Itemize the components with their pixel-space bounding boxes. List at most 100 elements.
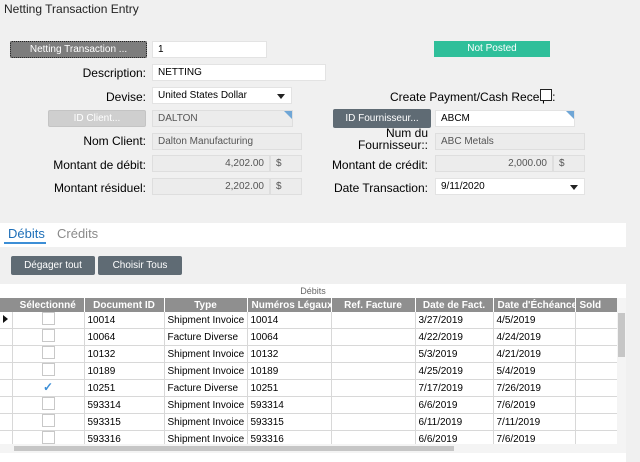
col-numeros-legaux[interactable]: Numéros Légaux [247,298,332,312]
cell-date-fact: 4/25/2019 [415,362,494,380]
devise-label: Devise: [105,90,146,104]
devise-select[interactable]: United States Dollar [152,87,292,104]
col-date-fact[interactable]: Date de Fact. [415,298,494,312]
row-checkbox[interactable] [41,414,55,427]
table-row[interactable]: 593314 Shipment Invoice 593314 6/6/2019 7/6/… [0,396,626,414]
cell-type: Shipment Invoice [164,396,248,414]
date-transaction-select[interactable]: 9/11/2020 [435,178,585,195]
cell-ref-facture [331,362,416,380]
create-payment-label: Create Payment/Cash Receipt: [390,90,556,104]
cell-type: Shipment Invoice [164,362,248,380]
cell-numeros-legaux: 593314 [247,396,332,414]
description-label: Description: [82,66,146,80]
horizontal-scroll-thumb[interactable] [14,446,454,451]
debits-table: Sélectionné Document ID Type Numéros Lég… [0,298,626,448]
window-title: Netting Transaction Entry [4,2,139,16]
cell-document-id: 10189 [84,362,165,380]
cell-document-id: 593315 [84,413,165,431]
id-client-button[interactable]: ID Client... [48,110,146,127]
col-ref-facture[interactable]: Ref. Facture [331,298,416,312]
col-date-echeance[interactable]: Date d'Échéance [493,298,576,312]
cell-ref-facture [331,413,416,431]
selection-cell[interactable] [12,345,85,363]
selection-cell[interactable] [12,396,85,414]
montant-residuel-label: Montant résiduel: [53,181,146,195]
create-payment-checkbox[interactable] [540,89,552,101]
selection-cell[interactable] [12,362,85,380]
cell-date-echeance: 5/4/2019 [493,362,576,380]
cell-numeros-legaux: 10189 [247,362,332,380]
selection-cell[interactable] [12,312,85,329]
row-checkbox[interactable] [41,397,55,410]
montant-debit-label: Montant de débit: [53,158,146,172]
date-transaction-label: Date Transaction: [333,181,428,195]
description-field[interactable]: NETTING [152,64,326,81]
col-selectionne[interactable]: Sélectionné [12,298,85,312]
indicator-header [0,298,12,312]
table-row[interactable]: 10064 Facture Diverse 10064 4/22/2019 4/24/2… [0,328,626,346]
netting-transaction-button[interactable]: Netting Transaction ... [10,41,147,58]
montant-credit-label: Montant de crédit: [331,158,428,172]
cell-ref-facture [331,345,416,363]
grid-header-row: Sélectionné Document ID Type Numéros Lég… [0,298,626,312]
table-row[interactable]: 593315 Shipment Invoice 593315 6/11/2019 7/1… [0,413,626,431]
cell-document-id: 10132 [84,345,165,363]
selection-cell[interactable] [12,328,85,346]
selection-cell[interactable]: ✓ [12,379,85,397]
montant-debit-field: 4,202.00 [152,155,270,172]
row-indicator-cell [0,328,13,346]
chevron-down-icon [277,94,285,99]
check-icon: ✓ [42,380,54,394]
vertical-scroll-thumb[interactable] [618,313,625,357]
id-client-field[interactable]: DALTON [152,110,293,127]
cell-ref-facture [331,379,416,397]
cell-date-fact: 5/3/2019 [415,345,494,363]
cell-date-echeance: 4/5/2019 [493,312,576,329]
id-fournisseur-field[interactable]: ABCM [435,110,575,127]
cell-document-id: 10014 [84,312,165,329]
col-type[interactable]: Type [164,298,248,312]
nom-fournisseur-field: ABC Metals [435,133,585,150]
nom-fournisseur-label: Num du Fournisseur:: [330,127,428,151]
montant-debit-currency: $ [270,155,302,172]
cell-document-id: 10064 [84,328,165,346]
netting-transaction-field[interactable]: 1 [152,41,267,58]
nom-client-label: Nom Client: [83,134,146,148]
row-indicator-cell [0,345,13,363]
cell-numeros-legaux: 10064 [247,328,332,346]
cell-numeros-legaux: 10132 [247,345,332,363]
debits-grid: Débits Sélectionné Document ID Type Numé… [0,284,626,462]
cell-numeros-legaux: 10251 [247,379,332,397]
selection-cell[interactable] [12,413,85,431]
cell-date-fact: 6/6/2019 [415,396,494,414]
cell-date-echeance: 7/11/2019 [493,413,576,431]
table-row[interactable]: 10189 Shipment Invoice 10189 4/25/2019 5/4/2… [0,362,626,380]
table-row[interactable]: 10132 Shipment Invoice 10132 5/3/2019 4/21/2… [0,345,626,363]
row-indicator-cell [0,379,13,397]
table-row[interactable]: 10014 Shipment Invoice 10014 3/27/2019 4/5/2… [0,312,626,329]
row-checkbox[interactable] [41,431,55,444]
row-checkbox[interactable] [41,312,55,325]
row-checkbox[interactable] [41,346,55,359]
cell-numeros-legaux: 10014 [247,312,332,329]
cell-document-id: 593314 [84,396,165,414]
cell-date-echeance: 4/21/2019 [493,345,576,363]
row-indicator-cell [0,396,13,414]
row-checkbox[interactable] [41,329,55,342]
cell-type: Shipment Invoice [164,345,248,363]
montant-credit-field: 2,000.00 [435,155,553,172]
col-document-id[interactable]: Document ID [84,298,165,312]
row-checkbox[interactable]: ✓ [42,380,54,394]
cell-document-id: 10251 [84,379,165,397]
cell-type: Shipment Invoice [164,312,248,329]
tab-debits-underline [4,242,46,244]
row-checkbox[interactable] [41,363,55,376]
degager-tout-button[interactable]: Dégager tout [11,256,95,275]
table-row[interactable]: ✓ 10251 Facture Diverse 10251 7/17/2019 7/26/… [0,379,626,397]
choisir-tous-button[interactable]: Choisir Tous [98,256,182,275]
tab-credits[interactable]: Crédits [57,226,98,241]
cell-ref-facture [331,396,416,414]
cell-date-echeance: 4/24/2019 [493,328,576,346]
row-pointer-icon [3,314,9,323]
tab-debits[interactable]: Débits [8,226,45,241]
